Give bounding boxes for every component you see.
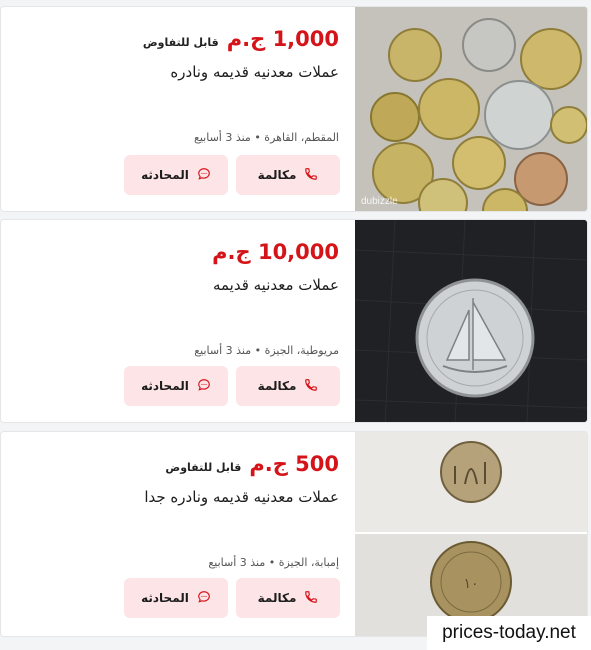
listing-info: 10,000 ج.م عملات معدنيه قديمه مريوطية، ا… — [1, 220, 357, 422]
listing-info: 500 ج.م قابل للتفاوض عملات معدنيه قديمه … — [1, 432, 357, 636]
listing-image[interactable] — [355, 220, 587, 422]
listing-title[interactable]: عملات معدنيه قديمه ونادره — [170, 63, 339, 81]
call-button-label: مكالمة — [257, 168, 297, 182]
listing-image[interactable]: ١٠ — [355, 432, 587, 636]
call-button-label: مكالمة — [257, 591, 297, 605]
call-button[interactable]: مكالمة — [236, 578, 340, 618]
listing-price: 1,000 ج.م — [226, 27, 339, 51]
chat-button[interactable]: المحادثه — [124, 155, 228, 195]
listing-info: 1,000 ج.م قابل للتفاوض عملات معدنيه قديم… — [1, 7, 357, 211]
price-row: 1,000 ج.م قابل للتفاوض — [143, 27, 339, 51]
listing-location-time: مريوطية، الجيزة • منذ 3 أسابيع — [194, 344, 339, 357]
listing-price: 500 ج.م — [249, 452, 339, 476]
chat-button-label: المحادثه — [141, 168, 189, 182]
chat-bubble-icon — [197, 590, 211, 607]
listing-title[interactable]: عملات معدنيه قديمه — [213, 276, 339, 294]
chat-bubble-icon — [197, 378, 211, 395]
phone-icon — [304, 590, 318, 607]
coins-photo: ١٠ — [355, 432, 587, 636]
call-button[interactable]: مكالمة — [236, 155, 340, 195]
phone-icon — [304, 378, 318, 395]
chat-bubble-icon — [197, 167, 211, 184]
svg-text:١٠: ١٠ — [463, 576, 478, 592]
site-watermark: prices-today.net — [427, 616, 591, 650]
coin-photo — [355, 220, 587, 422]
price-row: 10,000 ج.م — [204, 240, 339, 264]
listing-card[interactable]: ١٠ 500 ج.م قابل للتفاوض عملات معدنيه قدي… — [0, 431, 588, 637]
chat-button[interactable]: المحادثه — [124, 578, 228, 618]
call-button-label: مكالمة — [257, 379, 297, 393]
phone-icon — [304, 167, 318, 184]
listing-location-time: إمبابة، الجيزة • منذ 3 أسابيع — [208, 556, 339, 569]
chat-button[interactable]: المحادثه — [124, 366, 228, 406]
chat-button-label: المحادثه — [141, 379, 189, 393]
call-button[interactable]: مكالمة — [236, 366, 340, 406]
listing-price: 10,000 ج.م — [212, 240, 339, 264]
listing-card[interactable]: 10,000 ج.م عملات معدنيه قديمه مريوطية، ا… — [0, 219, 588, 423]
listing-card[interactable]: dubizzle 1,000 ج.م قابل للتفاوض عملات مع… — [0, 6, 588, 212]
price-row: 500 ج.م قابل للتفاوض — [165, 452, 339, 476]
negotiable-label: قابل للتفاوض — [142, 36, 219, 49]
chat-button-label: المحادثه — [141, 591, 189, 605]
negotiable-label: قابل للتفاوض — [165, 461, 242, 474]
listing-location-time: المقطم، القاهرة • منذ 3 أسابيع — [193, 131, 339, 144]
listing-title[interactable]: عملات معدنيه قديمه ونادره جدا — [144, 488, 339, 506]
image-watermark: dubizzle — [361, 196, 398, 207]
coins-photo — [355, 7, 587, 211]
listing-image[interactable]: dubizzle — [355, 7, 587, 211]
